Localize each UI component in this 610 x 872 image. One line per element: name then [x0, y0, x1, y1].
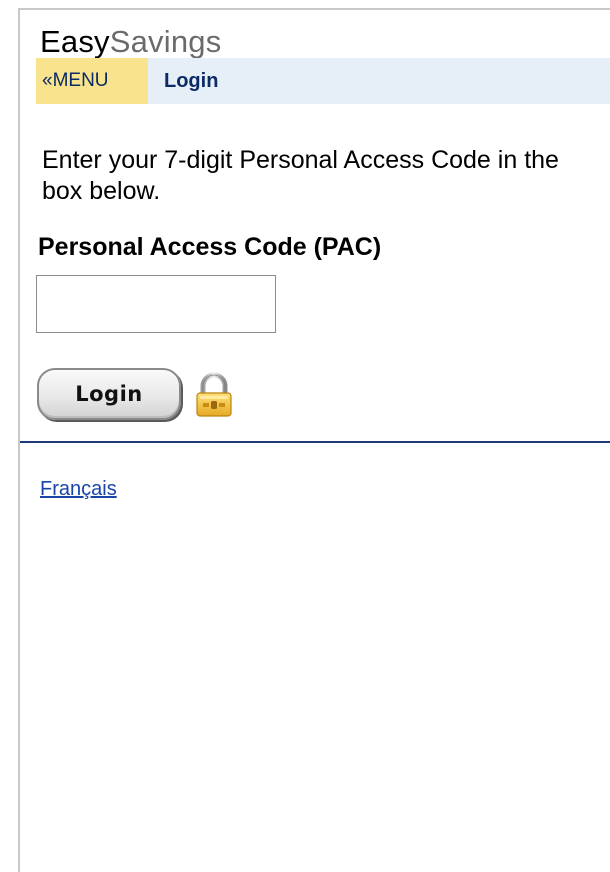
brand-easy: Easy [40, 24, 110, 59]
nav-bar: «MENU Login [36, 58, 610, 104]
language-link-french[interactable]: Français [40, 478, 117, 501]
login-button[interactable]: Login [37, 368, 181, 420]
menu-button[interactable]: «MENU [36, 58, 148, 104]
page-frame [18, 8, 610, 872]
brand-savings: Savings [109, 24, 222, 59]
padlock-icon [196, 372, 232, 417]
pac-label: Personal Access Code (PAC) [38, 233, 382, 261]
pac-input[interactable] [36, 275, 276, 333]
instructions-text: Enter your 7-digit Personal Access Code … [42, 146, 559, 205]
section-divider [20, 441, 610, 443]
app-logo: EasySavings [40, 24, 221, 60]
page-title: Login [164, 70, 219, 92]
